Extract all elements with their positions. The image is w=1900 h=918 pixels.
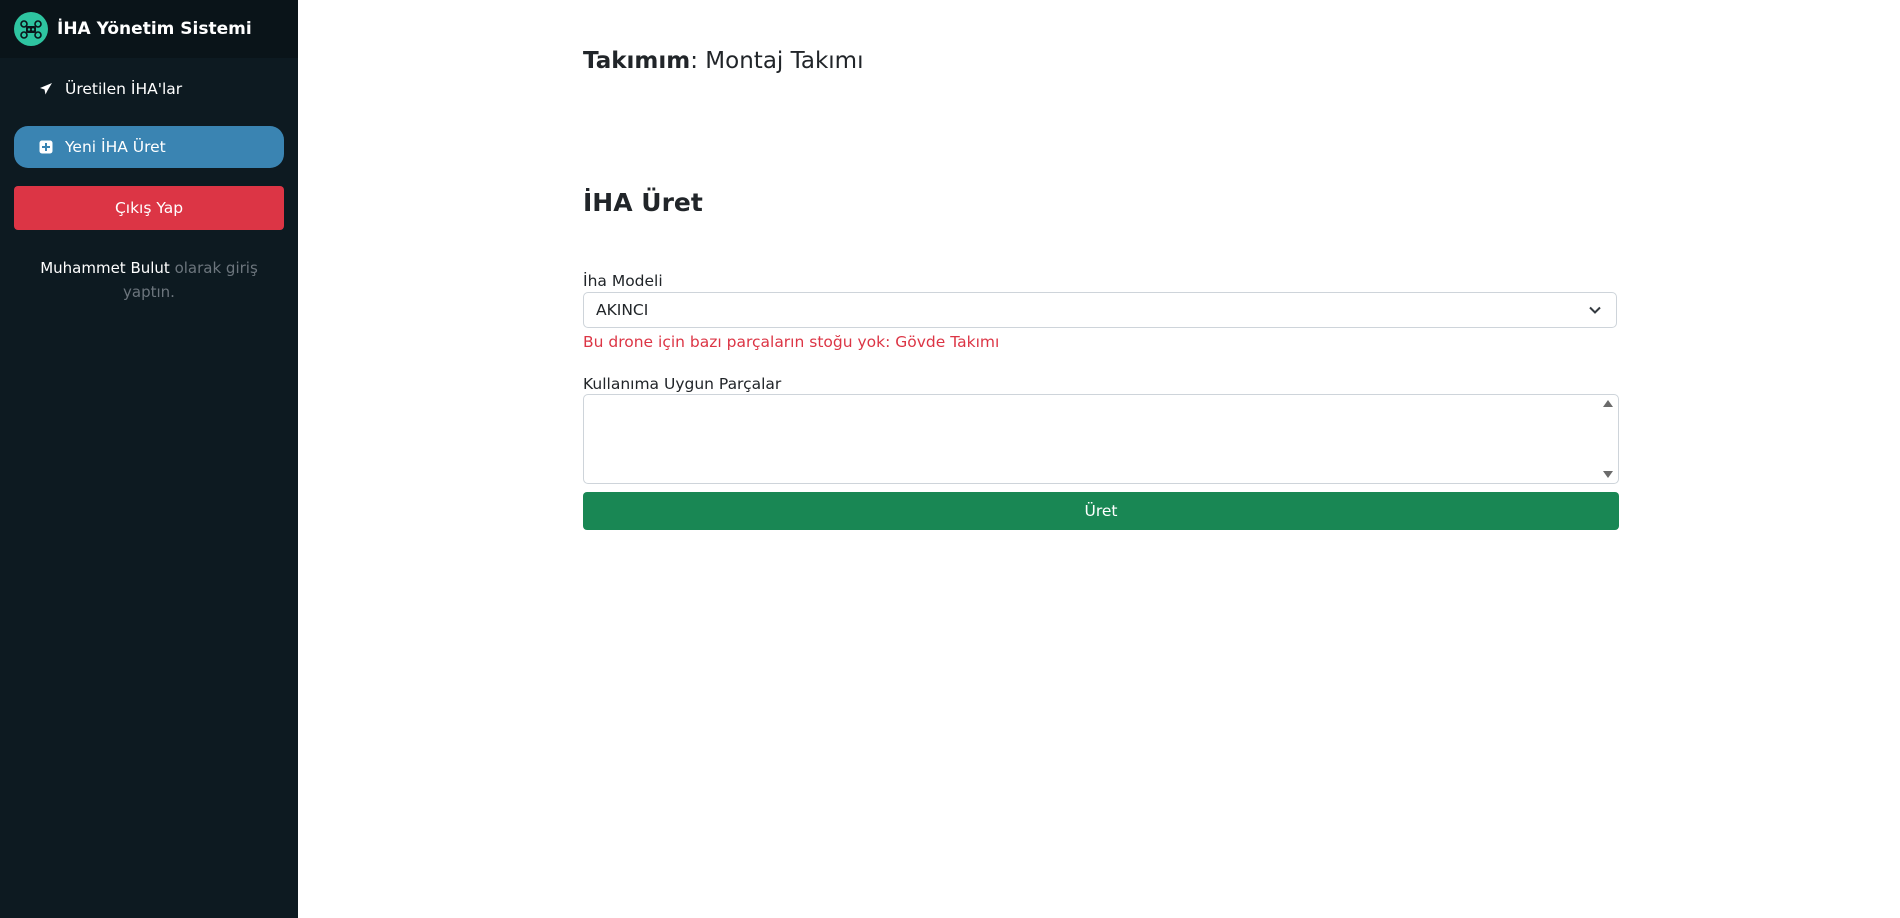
- logged-in-info: Muhammet Bulut olarak giriş yaptın.: [18, 256, 280, 304]
- sidebar-item-produced-uavs[interactable]: Üretilen İHA'lar: [14, 68, 284, 110]
- sidebar-item-new-uav[interactable]: Yeni İHA Üret: [14, 126, 284, 168]
- produce-button-label: Üret: [1084, 502, 1118, 520]
- logout-label: Çıkış Yap: [114, 199, 184, 217]
- sidebar: İHA Yönetim Sistemi Üretilen İHA'lar Yen…: [0, 0, 298, 918]
- model-selected-value: AKINCI: [596, 301, 649, 319]
- drone-icon: [14, 12, 48, 46]
- model-select[interactable]: AKINCI: [583, 292, 1617, 328]
- team-line: Takımım: Montaj Takımı: [583, 48, 863, 74]
- plus-square-icon: [38, 139, 54, 155]
- parts-multiselect[interactable]: [583, 394, 1619, 484]
- scroll-down-icon[interactable]: [1603, 471, 1613, 478]
- sidebar-item-label: Yeni İHA Üret: [65, 138, 166, 156]
- chevron-down-icon: [1588, 303, 1602, 321]
- user-name: Muhammet Bulut: [40, 259, 170, 277]
- produce-button[interactable]: Üret: [583, 492, 1619, 530]
- plane-icon: [38, 81, 54, 97]
- team-label: Takımım: [583, 48, 691, 74]
- logout-button[interactable]: Çıkış Yap: [14, 186, 284, 230]
- parts-label: Kullanıma Uygun Parçalar: [583, 375, 782, 393]
- app-title: İHA Yönetim Sistemi: [57, 19, 252, 39]
- team-value: : Montaj Takımı: [690, 48, 864, 74]
- sidebar-nav: Üretilen İHA'lar Yeni İHA Üret: [0, 58, 298, 168]
- brand[interactable]: İHA Yönetim Sistemi: [0, 0, 298, 58]
- model-label: İha Modeli: [583, 272, 663, 290]
- stock-error-message: Bu drone için bazı parçaların stoğu yok:…: [583, 333, 1000, 351]
- scroll-up-icon[interactable]: [1603, 400, 1613, 407]
- sidebar-item-label: Üretilen İHA'lar: [65, 80, 183, 98]
- page-title: İHA Üret: [583, 188, 703, 217]
